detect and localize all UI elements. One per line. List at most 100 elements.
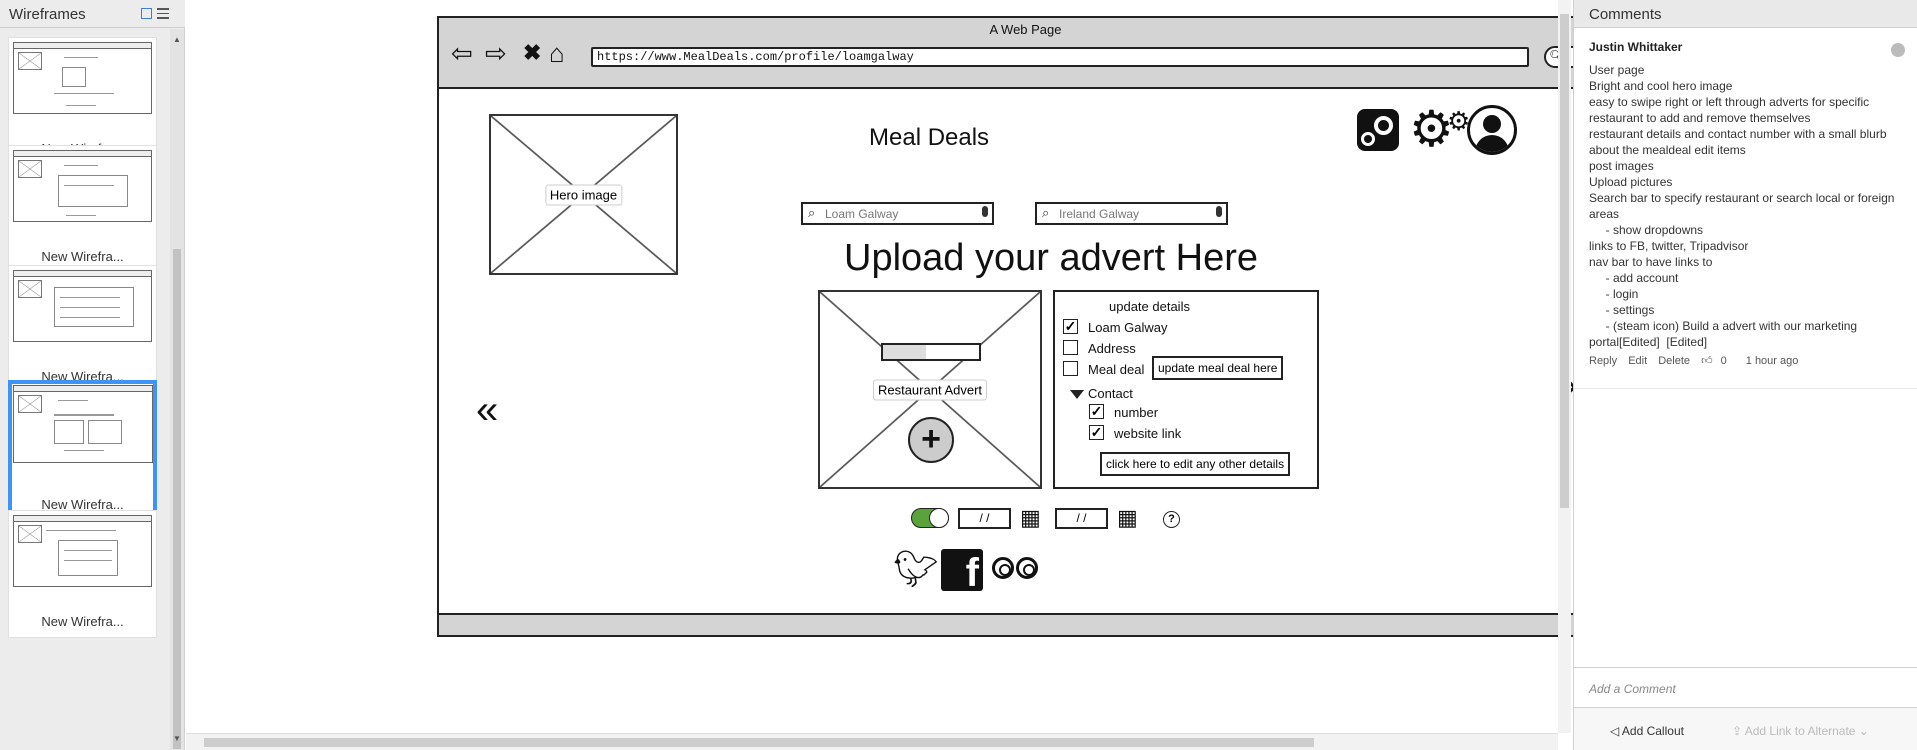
comment-line: Search bar to specify restaurant or sear… <box>1589 191 1898 221</box>
like-count: 0 <box>1720 355 1727 367</box>
update-meal-deal-button[interactable]: update meal deal here <box>1152 356 1284 380</box>
scrollbar-thumb[interactable] <box>204 738 1314 747</box>
comment-divider <box>1574 388 1917 389</box>
thumbs-up-icon: 👍︎ <box>1701 355 1713 367</box>
loam-galway-checkbox[interactable]: ✓ <box>1063 319 1078 334</box>
checkbox-label: Meal deal <box>1088 362 1145 377</box>
reply-link[interactable]: Reply <box>1589 355 1617 367</box>
calendar-icon[interactable]: ▦ <box>1117 507 1138 529</box>
wireframe-thumbnail-list: New Wirefra... New Wirefra... New Wirefr… <box>0 29 170 750</box>
like-button[interactable]: 👍︎ 0 <box>1701 355 1735 367</box>
scroll-down-icon[interactable]: ▼ <box>173 734 181 743</box>
wireframes-panel-header: Wireframes <box>0 0 185 28</box>
steam-icon[interactable] <box>1357 109 1399 151</box>
home-icon: ⌂ <box>549 38 565 68</box>
twitter-icon[interactable]: 🐦︎ <box>893 548 939 590</box>
wireframe-thumbnail[interactable]: New Wirefra... <box>8 145 157 273</box>
comment-line: - show dropdowns <box>1589 223 1704 237</box>
wireframes-panel-title: Wireframes <box>9 6 86 23</box>
edit-other-details-button[interactable]: click here to edit any other details <box>1100 452 1291 476</box>
grid-view-icon[interactable] <box>141 8 152 19</box>
tripadvisor-icon[interactable] <box>991 553 1041 585</box>
browser-window-mockup[interactable]: A Web Page ⇦ ⇨ ✖ ⌂ https://www.MealDeals… <box>437 16 1614 637</box>
microphone-icon[interactable] <box>1216 206 1222 217</box>
collapse-caret-icon[interactable] <box>1070 390 1084 399</box>
previous-advert-icon[interactable]: « <box>476 388 498 433</box>
search-icon: ⌕ <box>1042 205 1050 220</box>
add-comment-placeholder: Add a Comment <box>1589 682 1676 696</box>
thumbnail-label: New Wirefra... <box>41 249 124 264</box>
site-title: Meal Deals <box>869 124 990 151</box>
facebook-icon[interactable]: f <box>941 549 983 595</box>
link-icon: ⇪ <box>1732 724 1745 738</box>
wireframe-thumbnail-selected[interactable]: New Wirefra... <box>8 380 157 522</box>
checkbox-label: Address <box>1088 341 1136 356</box>
microphone-icon[interactable] <box>982 206 988 217</box>
browser-status-bar: ⁄⁄ <box>439 613 1612 635</box>
wireframe-thumbnail[interactable]: New Wirefra... <box>8 265 157 393</box>
contact-group-label[interactable]: Contact <box>1088 386 1133 401</box>
comment-line: User page <box>1589 63 1645 77</box>
comment: Justin Whittaker User page Bright and coo… <box>1589 40 1909 367</box>
end-date-field[interactable]: / / <box>1055 508 1108 529</box>
add-callout-button[interactable]: ◁ Add Callout <box>1610 724 1684 738</box>
comment-status-icon[interactable] <box>1891 43 1905 57</box>
edit-link[interactable]: Edit <box>1628 355 1647 367</box>
checkbox-label: website link <box>1114 426 1182 441</box>
wireframe-canvas: A Web Page ⇦ ⇨ ✖ ⌂ https://www.MealDeals… <box>186 0 1614 733</box>
search-icon: ⌕ <box>808 205 816 220</box>
checkbox-label: number <box>1114 405 1159 420</box>
url-bar[interactable]: https://www.MealDeals.com/profile/loamga… <box>591 47 1529 67</box>
update-details-panel: update details ✓ Loam Galway Address Mea… <box>1053 290 1319 489</box>
add-link-button: ⇪ Add Link to Alternate ⌄ <box>1732 724 1869 738</box>
comment-actions: Reply Edit Delete 👍︎ 0 1 hour ago <box>1589 354 1909 367</box>
checkbox-label: Loam Galway <box>1088 320 1168 335</box>
comment-line: - (steam icon) Build a advert with our m… <box>1589 319 1861 349</box>
address-checkbox[interactable] <box>1063 340 1078 355</box>
wireframe-thumbnail[interactable]: New Wirefra... <box>8 510 157 638</box>
calendar-icon[interactable]: ▦ <box>1020 507 1041 529</box>
browser-chrome: A Web Page ⇦ ⇨ ✖ ⌂ https://www.MealDeals… <box>439 18 1612 89</box>
comment-line: - add account <box>1589 271 1679 285</box>
location-search-input[interactable]: ⌕ Ireland Galway <box>1035 202 1228 225</box>
start-date-field[interactable]: / / <box>958 508 1011 529</box>
avatar-icon[interactable] <box>1467 105 1517 155</box>
scrollbar-thumb[interactable] <box>173 249 181 749</box>
meal-deal-checkbox[interactable] <box>1063 361 1078 376</box>
canvas-vertical-scrollbar[interactable] <box>1558 0 1571 733</box>
upload-progress-bar <box>881 343 981 361</box>
thumbnail-preview <box>13 515 152 587</box>
toggle-switch[interactable] <box>911 508 949 528</box>
comment-line: Bright and cool hero image <box>1589 79 1733 93</box>
list-view-icon[interactable] <box>157 8 169 19</box>
thumbnail-label: New Wirefra... <box>41 614 124 629</box>
wireframes-panel: Wireframes New Wirefra... New Wirefra...… <box>0 0 185 750</box>
canvas-horizontal-scrollbar[interactable] <box>186 733 1558 750</box>
wireframes-scrollbar[interactable]: ▲ ▼ <box>170 29 184 750</box>
forward-icon: ⇨ <box>485 38 507 68</box>
comment-line: - login <box>1589 287 1639 301</box>
website-link-checkbox[interactable]: ✓ <box>1089 425 1104 440</box>
scroll-up-icon[interactable]: ▲ <box>173 35 181 44</box>
comment-line: - settings <box>1589 303 1655 317</box>
hero-image: Hero image <box>489 114 678 275</box>
comment-line: links to FB, twitter, Tripadvisor <box>1589 239 1749 253</box>
thumbnail-preview <box>13 385 153 463</box>
add-comment-input[interactable]: Add a Comment <box>1574 667 1917 707</box>
comment-line: easy to swipe right or left through adve… <box>1589 95 1873 125</box>
help-icon[interactable]: ? <box>1163 511 1180 528</box>
search-placeholder: Ireland Galway <box>1059 207 1140 221</box>
thumbnail-preview <box>13 270 152 342</box>
upload-advert-heading: Upload your advert Here <box>844 237 1258 279</box>
back-icon: ⇦ <box>451 38 473 68</box>
comment-body: User page Bright and cool hero image easy … <box>1589 62 1909 350</box>
search-placeholder: Loam Galway <box>825 207 899 221</box>
number-checkbox[interactable]: ✓ <box>1089 404 1104 419</box>
scrollbar-thumb[interactable] <box>1560 14 1569 508</box>
restaurant-search-input[interactable]: ⌕ Loam Galway <box>801 202 994 225</box>
add-advert-button[interactable]: + <box>908 417 954 463</box>
comment-line: Upload pictures <box>1589 175 1673 189</box>
delete-link[interactable]: Delete <box>1658 355 1690 367</box>
url-text: https://www.MealDeals.com/profile/loamga… <box>597 50 914 64</box>
restaurant-advert-image[interactable]: Restaurant Advert + <box>818 290 1042 489</box>
